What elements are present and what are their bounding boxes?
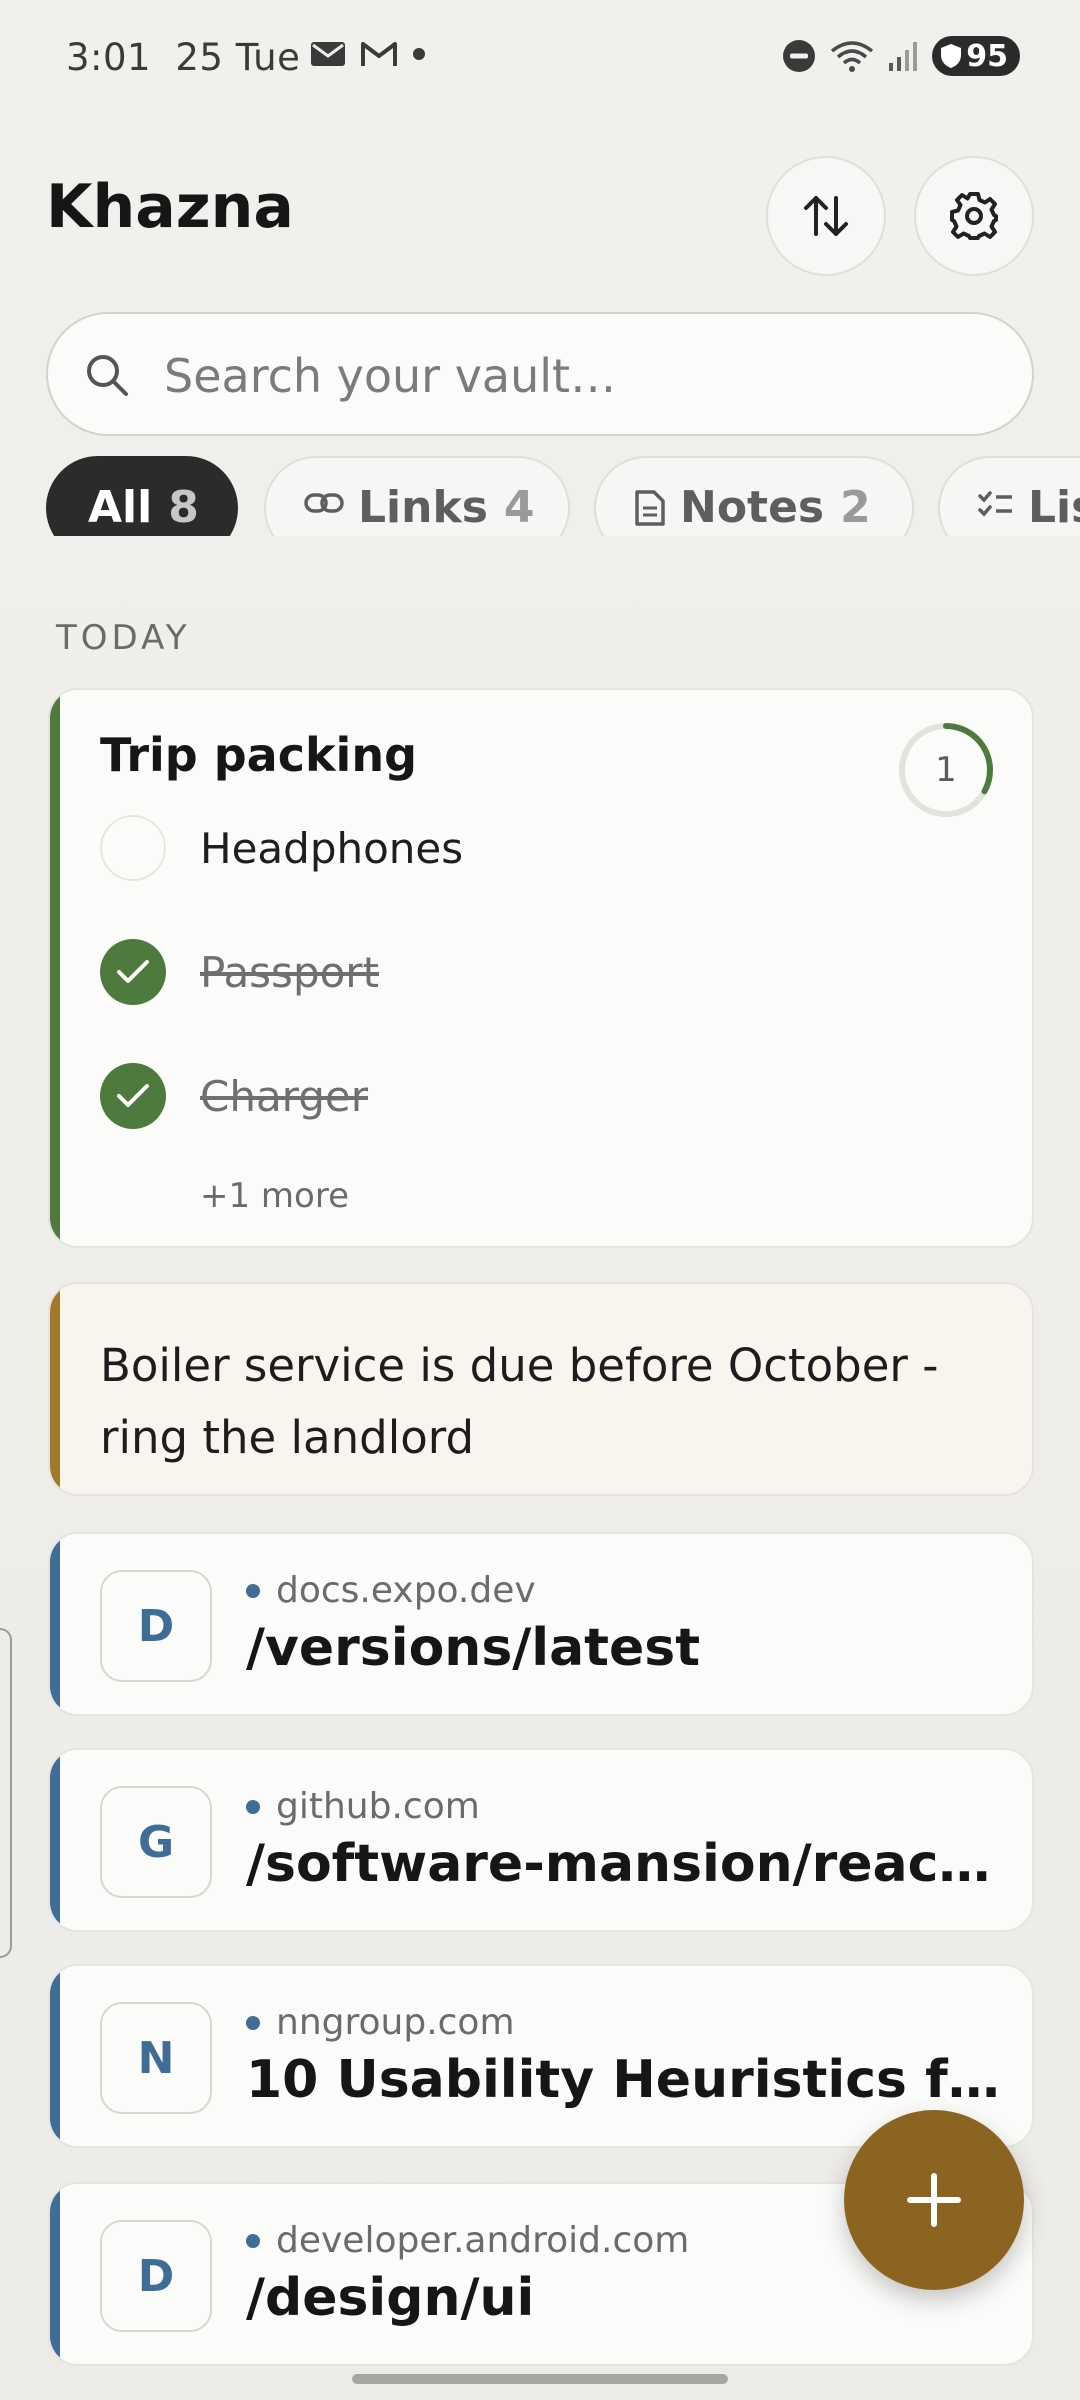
domain-text: docs.expo.dev (276, 1570, 536, 1611)
link-domain: github.com (246, 1786, 480, 1827)
document-icon (635, 490, 665, 526)
gmail-icon (361, 42, 397, 66)
chip-label: Links (358, 482, 488, 533)
checklist-card[interactable]: Trip packing 1 Headphones Passport Charg… (48, 688, 1034, 1248)
sort-arrows-icon (804, 196, 848, 236)
progress-count: 1 (935, 750, 957, 790)
chip-count: 8 (168, 482, 199, 533)
checkbox-unchecked[interactable] (100, 815, 166, 881)
dot-icon (413, 48, 425, 60)
gear-icon (950, 192, 998, 240)
chip-label: All (88, 482, 153, 533)
link-title: /software-mansion/reac… (246, 1834, 991, 1894)
notification-icons (310, 40, 426, 68)
filter-chip-links[interactable]: Links 4 (264, 456, 570, 536)
checkbox-checked[interactable] (100, 939, 166, 1005)
checklist-item: Headphones (100, 808, 463, 888)
card-accent (50, 1534, 60, 1714)
home-indicator[interactable] (352, 2374, 728, 2384)
search-bar[interactable] (46, 312, 1034, 436)
checklist-item: Charger (100, 1056, 368, 1136)
card-accent (50, 2184, 60, 2364)
settings-button[interactable] (914, 156, 1034, 276)
checklist-item-label: Headphones (200, 823, 464, 873)
search-input[interactable] (162, 344, 1002, 408)
checklist-item: Passport (100, 932, 379, 1012)
filter-chip-lists[interactable]: Lis (938, 456, 1080, 536)
edge-panel-handle[interactable] (0, 1628, 12, 1958)
card-accent (50, 1966, 60, 2146)
chip-count: 4 (503, 482, 535, 533)
chip-count: 2 (840, 482, 871, 533)
battery-level: 95 (966, 38, 1008, 74)
link-domain: nngroup.com (246, 2002, 515, 2043)
checklist-title: Trip packing (100, 728, 417, 782)
plus-icon (907, 2173, 961, 2227)
wifi-icon (831, 41, 874, 72)
domain-dot-icon (246, 1799, 260, 1814)
app-title: Khazna (46, 172, 294, 242)
site-avatar: G (100, 1786, 212, 1898)
note-card[interactable]: Boiler service is due before October - r… (48, 1282, 1034, 1496)
mail-icon (311, 42, 345, 66)
link-card[interactable]: G github.com /software-mansion/reac… (48, 1748, 1034, 1932)
card-accent (50, 1750, 60, 1930)
domain-dot-icon (246, 2233, 260, 2248)
filter-chips: All 8 Links 4 Notes 2 Lis (0, 456, 1080, 536)
link-title: /versions/latest (246, 1618, 701, 1678)
app-screen: 3:01 25 Tue 95 Khazna Search your vault…… (0, 0, 1080, 2400)
battery-indicator: 95 (932, 36, 1020, 76)
link-domain: developer.android.com (246, 2220, 689, 2261)
link-card[interactable]: D docs.expo.dev /versions/latest (48, 1532, 1034, 1716)
link-domain: docs.expo.dev (246, 1570, 536, 1611)
sort-button[interactable] (766, 156, 886, 276)
checklist-icon (978, 491, 1012, 517)
note-text: Boiler service is due before October - r… (100, 1339, 939, 1464)
card-accent (50, 690, 60, 1246)
checkbox-checked[interactable] (100, 1063, 166, 1129)
status-date: 25 Tue (175, 36, 301, 79)
section-label-today: TODAY (56, 618, 191, 658)
search-icon (87, 355, 128, 396)
chip-label: Notes (680, 482, 825, 533)
domain-dot-icon (246, 2015, 260, 2030)
checklist-item-label: Passport (200, 947, 380, 997)
shield-icon (941, 44, 962, 68)
clock: 3:01 (66, 36, 152, 79)
filter-chip-notes[interactable]: Notes 2 (594, 456, 914, 536)
do-not-disturb-icon (783, 40, 816, 72)
chip-label: Lis (1028, 482, 1080, 533)
site-avatar: D (100, 2220, 212, 2332)
link-card[interactable]: N nngroup.com 10 Usability Heuristics fo… (48, 1964, 1034, 2148)
check-icon (117, 1084, 149, 1107)
checklist-item-label: Charger (200, 1071, 368, 1121)
status-bar: 3:01 25 Tue 95 (0, 0, 1080, 120)
status-time: 3:01 25 Tue (66, 36, 300, 79)
signal-icon (889, 42, 918, 71)
domain-text: github.com (276, 1786, 480, 1827)
domain-dot-icon (246, 1583, 260, 1598)
site-avatar: N (100, 2002, 212, 2114)
card-accent (50, 1284, 60, 1494)
filter-chip-all[interactable]: All 8 (46, 456, 238, 536)
link-title: 10 Usability Heuristics fo… (246, 2050, 1026, 2110)
system-icons: 95 (782, 36, 1020, 76)
link-icon (304, 493, 344, 513)
site-avatar: D (100, 1570, 212, 1682)
check-icon (117, 960, 149, 983)
more-items-label: +1 more (200, 1176, 349, 1216)
domain-text: nngroup.com (276, 2002, 515, 2043)
domain-text: developer.android.com (276, 2220, 690, 2261)
add-item-button[interactable] (844, 2110, 1024, 2290)
